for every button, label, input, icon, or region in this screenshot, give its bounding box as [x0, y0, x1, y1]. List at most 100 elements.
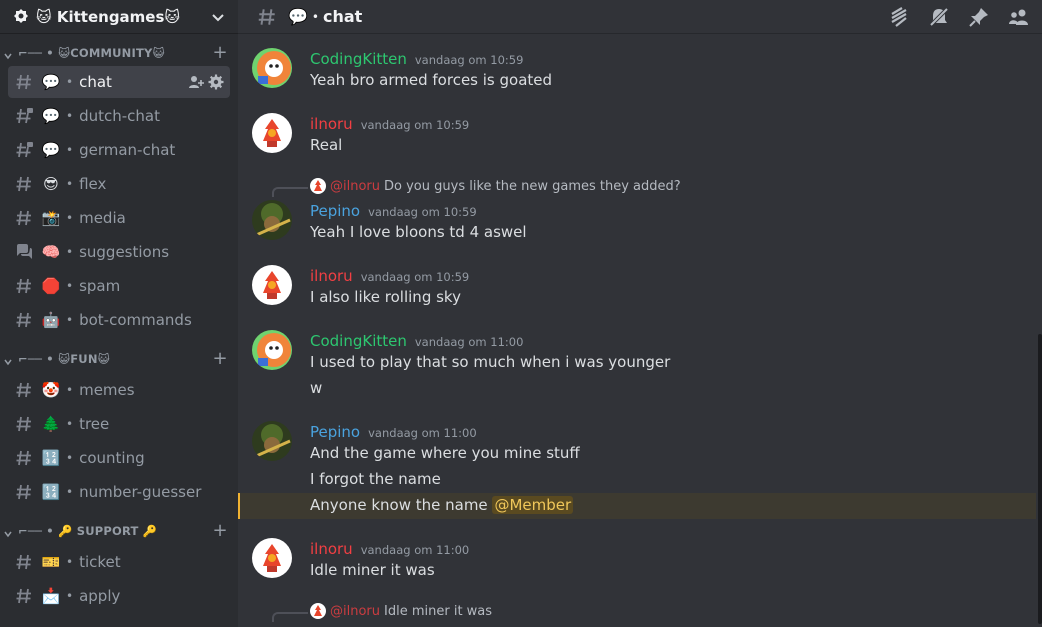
gear-icon[interactable]	[208, 74, 224, 90]
sidebar-channel-german-chat[interactable]: 💬 • german-chat	[8, 134, 230, 166]
timestamp: vandaag om 10:59	[368, 205, 477, 219]
chevron-down-icon	[2, 47, 14, 60]
message-text: I also like rolling sky	[310, 288, 461, 306]
category-community[interactable]: ⌐── • 😺COMMUNITY😺 +	[0, 40, 238, 66]
username[interactable]: ilnoru	[310, 115, 353, 133]
username[interactable]: ilnoru	[310, 267, 353, 285]
sidebar-channel-media[interactable]: 📸 • media	[8, 202, 230, 234]
hash-icon	[14, 72, 34, 92]
avatar-codingkitten[interactable]	[252, 330, 292, 370]
scrollbar[interactable]	[1038, 334, 1042, 624]
sidebar-channel-apply[interactable]: 📩 • apply	[8, 580, 230, 612]
reply-preview[interactable]: @ilnoru Do you guys like the new games t…	[310, 178, 681, 194]
channel-name: apply	[79, 587, 121, 605]
channel-name: tree	[79, 415, 110, 433]
reply-preview[interactable]: @ilnoru Idle miner it was	[310, 603, 492, 619]
channel-emoji: 💬	[288, 7, 308, 26]
sidebar-channel-number-guesser[interactable]: 🔢 • number-guesser	[8, 476, 230, 508]
member-mention[interactable]: @Member	[492, 496, 574, 514]
forum-icon	[14, 242, 34, 262]
sidebar-channel-ticket[interactable]: 🎫 • ticket	[8, 546, 230, 578]
message-text: Real	[310, 136, 343, 154]
avatar-pepino[interactable]	[252, 421, 292, 461]
add-channel-icon[interactable]: +	[212, 522, 228, 540]
chevron-down-icon[interactable]	[210, 9, 226, 25]
message-text: And the game where you mine stuff	[310, 444, 580, 462]
message-text: Anyone know the name	[310, 496, 488, 514]
member-list-icon[interactable]	[1008, 6, 1030, 28]
message-text: Yeah I love bloons td 4 aswel	[310, 223, 527, 241]
channel-separator: •	[66, 245, 74, 259]
channel-name: memes	[79, 381, 135, 399]
avatar-ilnoru[interactable]	[252, 113, 292, 153]
channel-name: counting	[79, 449, 145, 467]
message-text: I used to play that so much when i was y…	[310, 353, 671, 371]
channel-name: chat	[79, 73, 112, 91]
chat-main: 💬 • chat CodingKitten vandaag om 10:59 Y…	[238, 0, 1042, 627]
timestamp: vandaag om 10:59	[360, 270, 470, 284]
channel-emoji: 🛑	[41, 277, 61, 295]
channel-name: dutch-chat	[79, 107, 160, 125]
channel-emoji: 🔢	[41, 449, 61, 467]
channel-separator: •	[66, 417, 74, 431]
sidebar-channel-counting[interactable]: 🔢 • counting	[8, 442, 230, 474]
reply-avatar	[310, 603, 326, 619]
sidebar-channel-dutch-chat[interactable]: 💬 • dutch-chat	[8, 100, 230, 132]
add-channel-icon[interactable]: +	[212, 350, 228, 368]
sidebar-channel-tree[interactable]: 🌲 • tree	[8, 408, 230, 440]
category-label: ⌐── • 🔑 SUPPORT 🔑	[18, 524, 158, 538]
sidebar-channel-bot-commands[interactable]: 🤖 • bot-commands	[8, 304, 230, 336]
message-text: I forgot the name	[310, 470, 441, 488]
category-support[interactable]: ⌐── • 🔑 SUPPORT 🔑 +	[0, 518, 238, 544]
hash-icon	[14, 482, 34, 502]
username[interactable]: CodingKitten	[310, 332, 407, 350]
hash-icon	[14, 448, 34, 468]
channel-emoji: 🔢	[41, 483, 61, 501]
username[interactable]: Pepino	[310, 202, 360, 220]
reply-connector	[272, 187, 308, 197]
message-text-with-mention: Anyone know the name @Member	[310, 496, 574, 514]
avatar-ilnoru[interactable]	[252, 538, 292, 578]
sidebar-channel-spam[interactable]: 🛑 • spam	[8, 270, 230, 302]
channel-name: german-chat	[79, 141, 176, 159]
channel-emoji: 📩	[41, 587, 61, 605]
channel-separator: •	[66, 313, 74, 327]
channel-separator: •	[66, 555, 74, 569]
sidebar-channel-memes[interactable]: 🤡 • memes	[8, 374, 230, 406]
hash-icon	[14, 208, 34, 228]
channel-separator: •	[66, 485, 74, 499]
channel-separator: •	[66, 383, 74, 397]
sidebar-channel-suggestions[interactable]: 🧠 • suggestions	[8, 236, 230, 268]
notification-muted-icon[interactable]	[928, 6, 950, 28]
category-fun[interactable]: ⌐── • 😺FUN😺 +	[0, 346, 238, 372]
avatar-codingkitten[interactable]	[252, 48, 292, 88]
username[interactable]: Pepino	[310, 423, 360, 441]
hash-icon	[14, 310, 34, 330]
chevron-down-icon	[2, 353, 14, 366]
timestamp: vandaag om 11:00	[414, 335, 524, 349]
channel-separator: •	[66, 177, 74, 191]
pin-icon[interactable]	[968, 6, 990, 28]
timestamp: vandaag om 10:59	[360, 118, 470, 132]
sidebar-channel-flex[interactable]: 😎 • flex	[8, 168, 230, 200]
hash-lock-icon	[14, 106, 34, 126]
username[interactable]: ilnoru	[310, 540, 353, 558]
add-channel-icon[interactable]: +	[212, 44, 228, 62]
reply-text: Idle miner it was	[384, 603, 493, 619]
avatar-pepino[interactable]	[252, 200, 292, 240]
server-header[interactable]: 🐱 Kittengames🐱	[0, 0, 238, 34]
sidebar-channel-chat[interactable]: 💬 • chat	[8, 66, 230, 98]
channel-emoji: 📸	[41, 209, 61, 227]
username[interactable]: CodingKitten	[310, 50, 407, 68]
reply-mention[interactable]: @ilnoru	[330, 604, 380, 619]
channel-separator: •	[311, 9, 319, 24]
hash-lock-icon	[14, 140, 34, 160]
channel-emoji: 🧠	[41, 243, 61, 261]
reply-mention[interactable]: @ilnoru	[330, 179, 380, 194]
threads-icon[interactable]	[888, 6, 910, 28]
channel-emoji: 😎	[43, 175, 59, 193]
message-list: CodingKitten vandaag om 10:59 Yeah bro a…	[238, 34, 1042, 627]
invite-members-icon[interactable]	[188, 74, 204, 90]
avatar-ilnoru[interactable]	[252, 265, 292, 305]
channel-separator: •	[66, 211, 74, 225]
